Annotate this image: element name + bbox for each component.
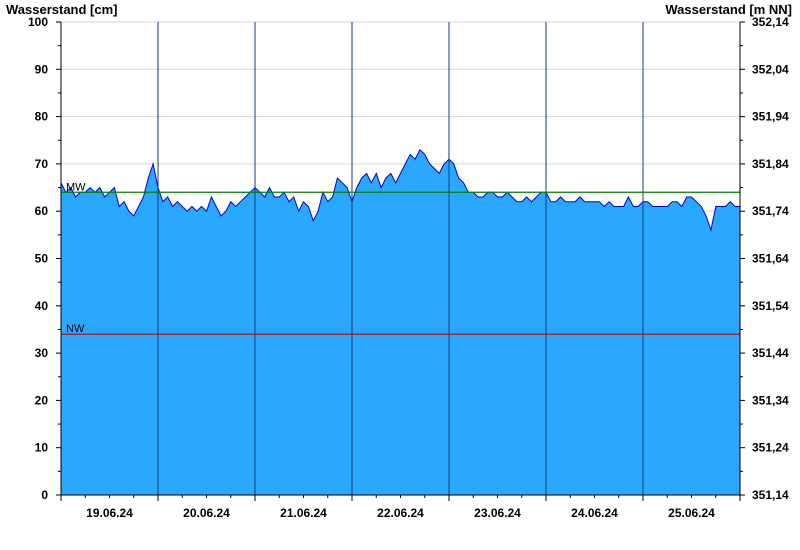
x-tick-label: 24.06.24 <box>571 506 618 520</box>
reference-label-mw: MW <box>66 181 86 193</box>
y-tick-label-left: 60 <box>35 204 49 218</box>
y-tick-label-left: 0 <box>41 488 48 502</box>
y-tick-label-left: 20 <box>35 393 49 407</box>
y-tick-label-right: 351,54 <box>752 299 789 313</box>
x-tick-label: 23.06.24 <box>474 506 521 520</box>
x-tick-label: 21.06.24 <box>280 506 327 520</box>
x-tick-label: 20.06.24 <box>183 506 230 520</box>
y-tick-label-right: 351,64 <box>752 252 789 266</box>
y-tick-label-left: 70 <box>35 157 49 171</box>
y-tick-label-left: 80 <box>35 110 49 124</box>
y-tick-label-right: 351,84 <box>752 157 789 171</box>
water-level-chart: MW NW 0 351,14 10 351,24 20 351,34 30 351,44 40 351… <box>28 15 789 520</box>
y-tick-label-left: 30 <box>35 346 49 360</box>
y-tick-label-right: 351,24 <box>752 441 789 455</box>
y-tick-label-right: 351,34 <box>752 393 789 407</box>
y-tick-label-left: 40 <box>35 299 49 313</box>
y-tick-label-right: 351,94 <box>752 110 789 124</box>
reference-label-nw: NW <box>66 323 85 335</box>
y-tick-label-right: 352,14 <box>752 15 789 29</box>
y-tick-label-left: 50 <box>35 252 49 266</box>
x-tick-label: 25.06.24 <box>668 506 715 520</box>
y-tick-label-right: 351,14 <box>752 488 789 502</box>
x-tick-label: 22.06.24 <box>377 506 424 520</box>
y-tick-label-left: 90 <box>35 62 49 76</box>
y-tick-label-left: 10 <box>35 441 49 455</box>
y-tick-label-left: 100 <box>28 15 48 29</box>
y-tick-label-right: 352,04 <box>752 62 789 76</box>
y-tick-label-right: 351,74 <box>752 204 789 218</box>
y-tick-label-right: 351,44 <box>752 346 789 360</box>
x-tick-label: 19.06.24 <box>86 506 133 520</box>
